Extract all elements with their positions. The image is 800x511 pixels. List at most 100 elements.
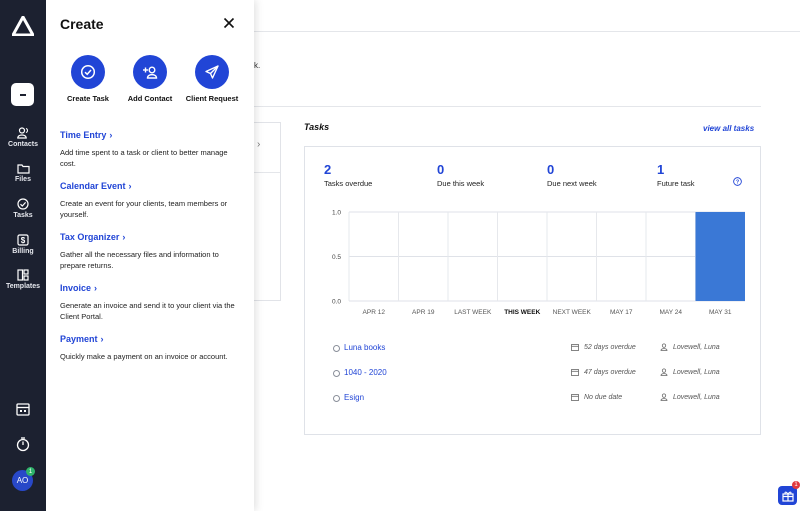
svg-text:?: ? — [736, 179, 739, 185]
stat-label: Due next week — [547, 179, 597, 188]
chevron-right-icon: › — [94, 283, 98, 293]
sidebar-item-label: Contacts — [8, 141, 38, 148]
new-button[interactable] — [11, 83, 34, 106]
option-title[interactable]: Time Entry — [60, 130, 106, 140]
option-description: Gather all the necessary files and infor… — [60, 250, 219, 270]
stat-label: Tasks overdue — [324, 179, 373, 188]
option-title[interactable]: Payment — [60, 334, 98, 344]
tasks-card: 2 Tasks overdue 0 Due this week 0 Due ne… — [304, 146, 761, 435]
stat-label: Future task — [657, 179, 695, 188]
x-tick-label: MAY 24 — [659, 309, 682, 316]
client-request-button[interactable]: Client Request — [177, 55, 247, 103]
task-status-circle[interactable] — [333, 395, 340, 402]
check-circle-icon — [80, 64, 96, 80]
stat-number: 2 — [324, 162, 332, 177]
bar — [695, 212, 745, 301]
create-option-payment[interactable]: Payment › Quickly make a payment on an in… — [60, 329, 240, 362]
task-due: 52 days overdue — [584, 344, 636, 351]
background-partial-text: k. — [254, 61, 261, 70]
quick-action-label: Create Task — [67, 94, 109, 103]
section-divider — [254, 106, 761, 107]
stat-future-task[interactable]: 1 Future task — [657, 162, 695, 188]
sidebar-item-label: Tasks — [13, 212, 33, 219]
tasks-heading: Tasks — [304, 122, 330, 132]
help-icon[interactable]: ? — [733, 177, 742, 186]
option-title[interactable]: Calendar Event — [60, 181, 126, 191]
x-tick-label: THIS WEEK — [504, 309, 540, 316]
option-description: Generate an invoice and send it to your … — [60, 301, 235, 321]
stat-number: 0 — [547, 162, 555, 177]
calendar-icon — [571, 344, 579, 351]
add-contact-button[interactable]: Add Contact — [115, 55, 185, 103]
chevron-right-icon: › — [128, 181, 132, 191]
app-logo-icon[interactable] — [12, 16, 34, 36]
y-tick-label: 0.5 — [332, 254, 341, 261]
task-row[interactable]: Luna books 52 days overdue Lovewell, Lun… — [333, 343, 733, 355]
sidebar-item-templates[interactable]: Templates — [0, 269, 46, 290]
option-title[interactable]: Invoice — [60, 283, 91, 293]
task-due: 47 days overdue — [584, 369, 636, 376]
quick-action-label: Add Contact — [127, 94, 173, 103]
task-row[interactable]: Esign No due date Lovewell, Luna — [333, 393, 733, 405]
notification-badge: 1 — [26, 467, 35, 476]
x-tick-label: NEXT WEEK — [553, 309, 592, 316]
close-icon[interactable] — [222, 16, 236, 30]
option-description: Quickly make a payment on an invoice or … — [60, 352, 228, 361]
sidebar-item-files[interactable]: Files — [0, 163, 46, 183]
add-contact-icon — [142, 66, 157, 79]
minus-icon — [19, 93, 26, 96]
x-tick-label: MAY 17 — [610, 309, 633, 316]
sidebar-item-label: Files — [15, 176, 31, 183]
sidebar-item-label: Billing — [12, 248, 34, 255]
stat-due-next-week[interactable]: 0 Due next week — [547, 162, 597, 188]
task-owner: Lovewell, Luna — [673, 394, 720, 401]
sidebar-item-contacts[interactable]: Contacts — [0, 127, 46, 148]
templates-icon — [17, 269, 29, 281]
x-tick-label: LAST WEEK — [454, 309, 492, 316]
create-option-time-entry[interactable]: Time Entry › Add time spent to a task or … — [60, 125, 240, 169]
files-icon — [16, 164, 30, 174]
task-status-circle[interactable] — [333, 345, 340, 352]
stat-tasks-overdue[interactable]: 2 Tasks overdue — [324, 162, 372, 188]
tasks-bar-chart: 0.0 0.5 1.0 APR 12 APR 19 LAST WEEK THIS WEEK N… — [332, 210, 745, 316]
create-panel: Create Create Task Add Contact Client Re… — [46, 0, 254, 511]
task-name[interactable]: Esign — [344, 393, 364, 402]
paper-plane-icon — [205, 65, 219, 79]
task-owner: Lovewell, Luna — [673, 369, 720, 376]
chevron-right-icon: › — [109, 130, 113, 140]
create-panel-title: Create — [60, 16, 104, 32]
create-task-button[interactable]: Create Task — [53, 55, 123, 103]
sidebar-item-billing[interactable]: $ Billing — [0, 234, 46, 255]
calendar-icon[interactable] — [15, 401, 31, 417]
task-name[interactable]: Luna books — [344, 343, 385, 352]
task-due: No due date — [584, 394, 623, 401]
stat-number: 1 — [657, 162, 665, 177]
stat-due-this-week[interactable]: 0 Due this week — [437, 162, 484, 188]
task-row[interactable]: 1040 - 2020 47 days overdue Lovewell, Lu… — [333, 368, 733, 380]
gift-badge: 1 — [792, 481, 800, 489]
svg-text:$: $ — [21, 236, 26, 245]
option-title[interactable]: Tax Organizer — [60, 232, 119, 242]
stat-number: 0 — [437, 162, 445, 177]
stat-label: Due this week — [437, 179, 485, 188]
create-option-invoice[interactable]: Invoice › Generate an invoice and send it… — [60, 278, 240, 322]
billing-icon: $ — [17, 234, 29, 246]
view-all-tasks-link[interactable]: view all tasks — [703, 124, 754, 133]
person-icon — [660, 393, 668, 401]
sidebar-item-tasks[interactable]: Tasks — [0, 198, 46, 219]
task-name[interactable]: 1040 - 2020 — [344, 368, 387, 377]
calendar-icon — [571, 394, 579, 401]
task-status-circle[interactable] — [333, 370, 340, 377]
sidebar-item-label: Templates — [5, 283, 41, 290]
quick-action-label: Client Request — [185, 94, 239, 103]
task-owner: Lovewell, Luna — [673, 344, 720, 351]
contacts-icon — [16, 127, 28, 139]
chevron-right-icon[interactable]: › — [257, 139, 260, 150]
gift-icon — [781, 491, 794, 502]
create-option-tax-organizer[interactable]: Tax Organizer › Gather all the necessary … — [60, 227, 240, 271]
calendar-icon — [571, 369, 579, 376]
person-icon — [660, 368, 668, 376]
timer-icon[interactable] — [15, 436, 31, 452]
create-option-calendar-event[interactable]: Calendar Event › Create an event for your… — [60, 176, 240, 220]
option-description: Create an event for your clients, team m… — [60, 199, 228, 219]
